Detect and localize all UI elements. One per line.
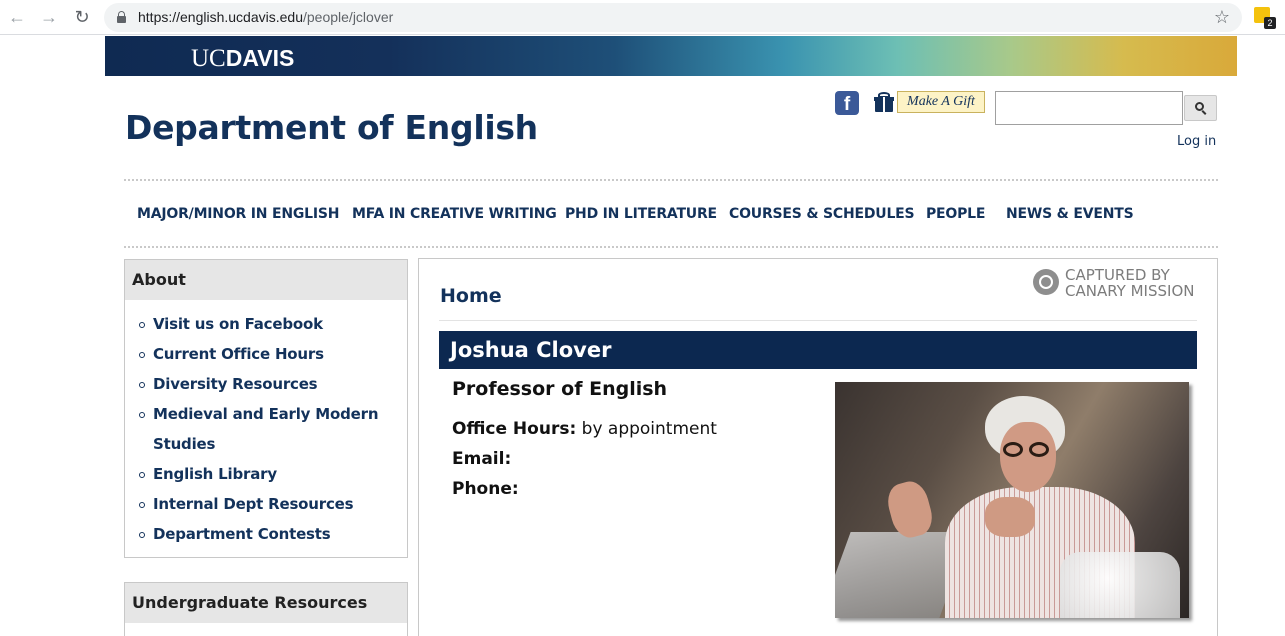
nav-divider-bottom	[124, 246, 1218, 248]
login-link[interactable]: Log in	[1177, 134, 1216, 149]
reload-icon[interactable]: ↻	[72, 7, 92, 27]
make-a-gift-button[interactable]: Make A Gift	[897, 91, 985, 113]
nav-mfa[interactable]: MFA IN CREATIVE WRITING	[352, 206, 557, 222]
url-path: /people/jclover	[303, 9, 394, 25]
url-text[interactable]: https://english.ucdavis.edu/people/jclov…	[138, 9, 393, 25]
person-title: Professor of English	[452, 378, 668, 400]
watermark-line-2: CANARY MISSION	[1065, 282, 1195, 300]
sidebar-item[interactable]: Medieval and Early Modern Studies	[125, 399, 407, 459]
sidebar-link-medieval[interactable]: Medieval and Early Modern Studies	[153, 405, 379, 453]
sidebar-link-office-hours[interactable]: Current Office Hours	[153, 345, 324, 363]
phone-row: Phone:	[452, 479, 519, 499]
phone-label: Phone:	[452, 479, 519, 499]
sidebar-undergraduate: Undergraduate Resources	[124, 582, 408, 636]
lock-icon	[117, 11, 126, 23]
sidebar-link-contests[interactable]: Department Contests	[153, 525, 331, 543]
site-title[interactable]: Department of English	[125, 108, 538, 147]
sidebar-about: About Visit us on Facebook Current Offic…	[124, 259, 408, 558]
main-content: Home CAPTURED BY CANARY MISSION Joshua Cl…	[418, 258, 1218, 636]
breadcrumb-home[interactable]: Home	[440, 285, 502, 307]
sidebar-item[interactable]: Current Office Hours	[125, 339, 407, 369]
office-hours-row: Office Hours: by appointment	[452, 419, 717, 439]
watermark-text: CAPTURED BY CANARY MISSION	[1065, 267, 1194, 299]
profile-photo	[835, 382, 1189, 618]
sidebar-link-internal[interactable]: Internal Dept Resources	[153, 495, 354, 513]
nav-divider-top	[124, 179, 1218, 181]
watermark-line-1: CAPTURED BY	[1065, 266, 1170, 284]
sidebar-item[interactable]: Visit us on Facebook	[125, 309, 407, 339]
bookmark-star-icon[interactable]: ☆	[1214, 7, 1230, 28]
address-bar[interactable]: https://english.ucdavis.edu/people/jclov…	[104, 3, 1242, 32]
breadcrumb-divider	[439, 320, 1197, 321]
gift-icon[interactable]	[874, 92, 894, 112]
sidebar-about-title: About	[125, 260, 407, 300]
forward-arrow-icon[interactable]: →	[39, 7, 59, 27]
sidebar-undergrad-title: Undergraduate Resources	[125, 583, 407, 623]
ucdavis-banner: UCDAVIS	[105, 36, 1237, 76]
search-button[interactable]	[1184, 95, 1217, 121]
nav-news-events[interactable]: NEWS & EVENTS	[1006, 206, 1134, 222]
back-arrow-icon[interactable]: ←	[7, 7, 27, 27]
canary-mission-watermark: CAPTURED BY CANARY MISSION	[1033, 267, 1203, 301]
email-row: Email:	[452, 449, 511, 469]
nav-people[interactable]: PEOPLE	[926, 206, 985, 222]
logo-uc-text: UC	[191, 45, 226, 72]
person-name-heading: Joshua Clover	[439, 331, 1197, 369]
facebook-icon[interactable]: f	[835, 91, 859, 115]
logo-davis-text: DAVIS	[225, 45, 295, 71]
nav-courses[interactable]: COURSES & SCHEDULES	[729, 206, 915, 222]
ucdavis-logo[interactable]: UCDAVIS	[191, 45, 294, 73]
nav-major-minor[interactable]: MAJOR/MINOR IN ENGLISH	[137, 206, 339, 222]
office-hours-label: Office Hours:	[452, 419, 577, 439]
sidebar-item[interactable]: English Library	[125, 459, 407, 489]
email-label: Email:	[452, 449, 512, 469]
search-input[interactable]	[995, 91, 1183, 125]
office-hours-value: by appointment	[581, 419, 717, 439]
sidebar-item[interactable]: Diversity Resources	[125, 369, 407, 399]
nav-phd[interactable]: PHD IN LITERATURE	[565, 206, 717, 222]
sidebar-item[interactable]: Internal Dept Resources	[125, 489, 407, 519]
extension-badge: 2	[1264, 17, 1276, 29]
sidebar-link-diversity[interactable]: Diversity Resources	[153, 375, 318, 393]
sidebar-link-library[interactable]: English Library	[153, 465, 277, 483]
sidebar-link-facebook[interactable]: Visit us on Facebook	[153, 315, 323, 333]
url-host: https://english.ucdavis.edu	[138, 9, 303, 25]
canary-logo-icon	[1033, 269, 1059, 295]
sidebar-item[interactable]: Department Contests	[125, 519, 407, 549]
browser-toolbar: ← → ↻ https://english.ucdavis.edu/people…	[0, 0, 1285, 35]
